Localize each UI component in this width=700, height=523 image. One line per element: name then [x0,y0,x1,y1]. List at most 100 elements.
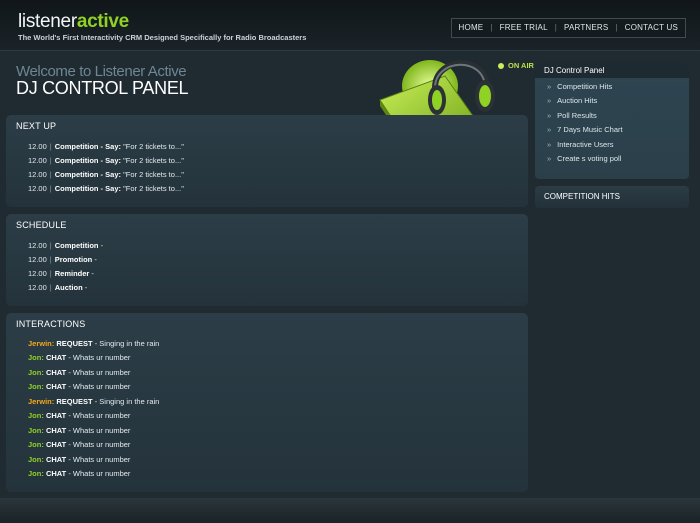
interaction-kind: CHAT [45,440,67,449]
interaction-row[interactable]: Jon: CHAT - Whats ur number [28,382,130,391]
item-time: 12.00 [28,142,47,151]
sidebar-item-create-poll[interactable]: » Create s voting poll [547,154,621,163]
interaction-text: - Whats ur number [68,353,131,362]
interaction-user: Jon: [28,411,44,420]
item-text: - [100,241,104,250]
list-item[interactable]: 12.00 | Competition - [28,241,103,250]
arrow-icon: » [547,96,552,105]
interaction-text: - Whats ur number [68,368,131,377]
list-item[interactable]: 12.00 | Competition - Say: "For 2 tickets … [28,184,184,193]
interaction-row[interactable]: Jon: CHAT - Whats ur number [28,455,130,464]
interaction-user: Jon: [28,353,44,362]
interaction-user: Jon: [28,440,44,449]
sidebar-header: DJ Control Panel [535,62,689,78]
item-type: Reminder [54,269,90,278]
list-item[interactable]: 12.00 | Reminder - [28,269,94,278]
interaction-kind: REQUEST [56,339,93,348]
interactions-panel: INTERACTIONS Jerwin: REQUEST - Singing i… [6,313,528,492]
sidebar-item-music-chart[interactable]: » 7 Days Music Chart [547,125,623,134]
interaction-kind: CHAT [45,426,67,435]
nav-home[interactable]: HOME [452,19,491,37]
sidebar-item-label: Competition Hits [557,82,613,91]
sidebar-item-label: Auction Hits [557,96,598,105]
item-type: Competition - Say: [54,156,121,165]
interactions-title: INTERACTIONS [16,319,86,329]
item-text: - [84,283,88,292]
footer [0,498,700,523]
sidebar-title: DJ Control Panel [544,66,605,75]
item-type: Competition [54,241,99,250]
sidebar: DJ Control Panel » Competition Hits » Auct… [535,62,689,179]
nav-free-trial[interactable]: FREE TRIAL [493,19,555,37]
nav-contact-us[interactable]: CONTACT US [618,19,685,37]
list-item[interactable]: 12.00 | Promotion - [28,255,97,264]
schedule-title: SCHEDULE [16,220,67,230]
interaction-kind: CHAT [45,411,67,420]
item-text: "For 2 tickets to..." [123,170,184,179]
interaction-kind: CHAT [45,469,67,478]
item-divider: | [49,283,52,292]
interaction-row[interactable]: Jon: CHAT - Whats ur number [28,469,130,478]
item-time: 12.00 [28,241,47,250]
arrow-icon: » [547,111,552,120]
next-up-title: NEXT UP [16,121,57,131]
item-time: 12.00 [28,255,47,264]
interaction-text: - Whats ur number [68,382,131,391]
logo-part-listener: listener [18,11,77,32]
interaction-text: - Whats ur number [68,411,131,420]
list-item[interactable]: 12.00 | Competition - Say: "For 2 tickets … [28,142,184,151]
sidebar-item-label: Poll Results [557,111,597,120]
item-time: 12.00 [28,184,47,193]
interaction-row[interactable]: Jon: CHAT - Whats ur number [28,353,130,362]
item-type: Competition - Say: [54,142,121,151]
arrow-icon: » [547,82,552,91]
interaction-row[interactable]: Jon: CHAT - Whats ur number [28,426,130,435]
sidebar-item-label: Interactive Users [557,140,614,149]
interaction-row[interactable]: Jon: CHAT - Whats ur number [28,440,130,449]
on-air-label: ON AIR [508,61,534,70]
sidebar-item-auction-hits[interactable]: » Auction Hits [547,96,597,105]
item-time: 12.00 [28,170,47,179]
item-type: Competition - Say: [54,184,121,193]
nav-partners[interactable]: PARTNERS [557,19,615,37]
item-divider: | [49,142,52,151]
item-type: Promotion [54,255,93,264]
item-text: "For 2 tickets to..." [123,142,184,151]
sidebar-item-competition-hits[interactable]: » Competition Hits [547,82,612,91]
interaction-user: Jerwin: [28,397,55,406]
sidebar-item-interactive-users[interactable]: » Interactive Users [547,140,613,149]
item-text: "For 2 tickets to..." [123,156,184,165]
next-up-panel: NEXT UP 12.00 | Competition - Say: "For 2 … [6,115,528,207]
competition-hits-title: COMPETITION HITS [544,192,620,201]
competition-hits-box[interactable]: COMPETITION HITS [535,186,689,208]
list-item[interactable]: 12.00 | Competition - Say: "For 2 tickets … [28,156,184,165]
arrow-icon: » [547,140,552,149]
item-divider: | [49,156,52,165]
interaction-user: Jon: [28,368,44,377]
logo[interactable]: listeneractive [18,11,129,33]
sidebar-item-poll-results[interactable]: » Poll Results [547,111,597,120]
sidebar-item-label: 7 Days Music Chart [557,125,623,134]
interaction-text: - Singing in the rain [94,397,160,406]
item-type: Competition - Say: [54,170,121,179]
interaction-user: Jerwin: [28,339,55,348]
interaction-text: - Whats ur number [68,440,131,449]
list-item[interactable]: 12.00 | Competition - Say: "For 2 tickets … [28,170,184,179]
item-divider: | [49,255,52,264]
item-text: - [91,269,94,278]
interaction-kind: CHAT [45,382,67,391]
sidebar-item-label: Create s voting poll [557,154,622,163]
interaction-row[interactable]: Jon: CHAT - Whats ur number [28,368,130,377]
page-title: DJ CONTROL PANEL [16,78,189,98]
interaction-text: - Singing in the rain [94,339,160,348]
item-text: - [94,255,97,264]
interaction-text: - Whats ur number [68,469,131,478]
list-item[interactable]: 12.00 | Auction - [28,283,87,292]
interaction-row[interactable]: Jerwin: REQUEST - Singing in the rain [28,339,159,348]
interaction-row[interactable]: Jerwin: REQUEST - Singing in the rain [28,397,159,406]
interaction-user: Jon: [28,426,44,435]
interaction-user: Jon: [28,382,44,391]
interaction-kind: CHAT [45,455,67,464]
arrow-icon: » [547,125,552,134]
interaction-row[interactable]: Jon: CHAT - Whats ur number [28,411,130,420]
